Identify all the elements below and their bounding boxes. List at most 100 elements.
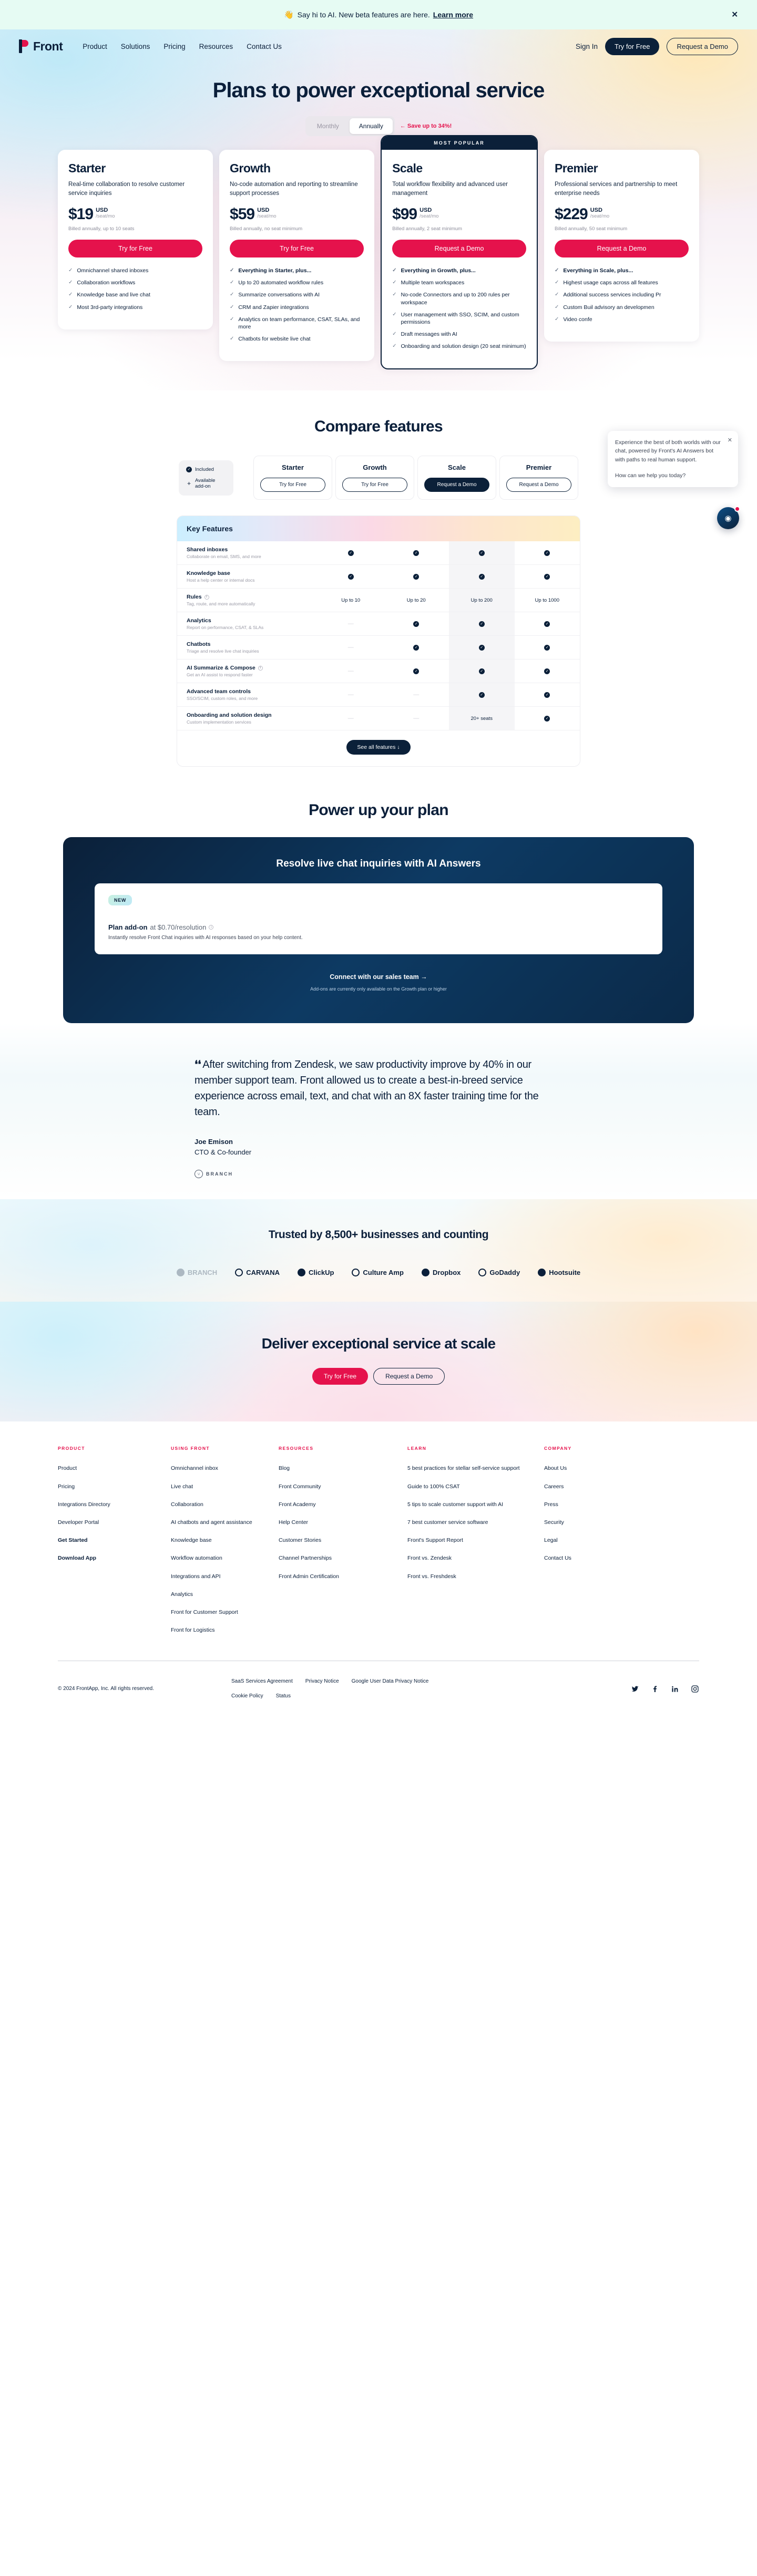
billing-toggle-annually[interactable]: Annually xyxy=(349,118,393,134)
twitter-icon[interactable] xyxy=(631,1685,639,1693)
chat-widget-bubble: ✕ Experience the best of both worlds wit… xyxy=(608,431,738,488)
plan-feature: ✓ Up to 20 automated workflow rules xyxy=(230,279,364,286)
compare-column-cta[interactable]: Try for Free xyxy=(342,478,407,492)
footer-link[interactable]: Analytics xyxy=(171,1591,279,1599)
footer-link[interactable]: Front for Customer Support xyxy=(171,1609,279,1616)
not-included-icon: — xyxy=(347,644,354,651)
footer-link[interactable]: Workflow automation xyxy=(171,1554,279,1562)
footer-link[interactable]: Front Academy xyxy=(279,1501,407,1509)
check-circle-icon: ✓ xyxy=(413,573,420,580)
plan-cta-button[interactable]: Try for Free xyxy=(230,240,364,257)
plan-cta-button[interactable]: Request a Demo xyxy=(554,240,689,257)
footer-link[interactable]: Front vs. Freshdesk xyxy=(407,1573,544,1581)
info-icon[interactable]: i xyxy=(209,925,214,930)
footer-link[interactable]: AI chatbots and agent assistance xyxy=(171,1519,279,1527)
plan-feature-label: Video confe xyxy=(563,316,592,323)
plan-feature-label: Knowledge base and live chat xyxy=(77,292,150,298)
facebook-icon[interactable] xyxy=(651,1685,659,1693)
footer-link[interactable]: Collaboration xyxy=(171,1501,279,1509)
connect-sales-link[interactable]: Connect with our sales team → xyxy=(330,973,427,981)
nav-item-pricing[interactable]: Pricing xyxy=(163,43,185,50)
compare-column-cta[interactable]: Request a Demo xyxy=(424,478,489,492)
nav-item-resources[interactable]: Resources xyxy=(199,43,233,50)
table-cell: — xyxy=(318,707,384,730)
footer-link[interactable]: Download App xyxy=(58,1554,171,1562)
footer-link[interactable]: Pricing xyxy=(58,1483,171,1491)
footer-link[interactable]: Omnichannel inbox xyxy=(171,1465,279,1472)
legend-included: ✓ Included xyxy=(186,466,226,472)
table-cell: ✓ xyxy=(515,660,580,683)
footer-link[interactable]: Front Community xyxy=(279,1483,407,1491)
footer-link[interactable]: Front for Logistics xyxy=(171,1626,279,1634)
check-circle-icon: ✓ xyxy=(478,573,485,580)
compare-column-cta[interactable]: Try for Free xyxy=(260,478,325,492)
footer-link[interactable]: Customer Stories xyxy=(279,1537,407,1544)
table-cell: ✓ xyxy=(449,565,515,589)
footer-link[interactable]: Integrations and API xyxy=(171,1573,279,1581)
footer-link[interactable]: Help Center xyxy=(279,1519,407,1527)
footer-legal-link[interactable]: Status xyxy=(276,1691,291,1702)
footer-link[interactable]: Knowledge base xyxy=(171,1537,279,1544)
footer-link[interactable]: Press xyxy=(544,1501,699,1509)
footer-link[interactable]: Front's Support Report xyxy=(407,1537,544,1544)
footer-link[interactable]: Legal xyxy=(544,1537,699,1544)
footer-link[interactable]: Integrations Directory xyxy=(58,1501,171,1509)
table-cell: ✓ xyxy=(515,612,580,635)
see-all-features-button[interactable]: See all features ↓ xyxy=(346,740,411,755)
footer-legal-link[interactable]: SaaS Services Agreement xyxy=(231,1676,293,1687)
footer-link[interactable]: Front Admin Certification xyxy=(279,1573,407,1581)
nav-item-solutions[interactable]: Solutions xyxy=(121,43,150,50)
check-icon: ✓ xyxy=(554,304,559,310)
footer-link[interactable]: Front vs. Zendesk xyxy=(407,1554,544,1562)
footer-link[interactable]: 7 best customer service software xyxy=(407,1519,544,1527)
front-logo[interactable]: Front xyxy=(19,39,63,54)
footer-link[interactable]: Channel Partnerships xyxy=(279,1554,407,1562)
footer-legal-link[interactable]: Google User Data Privacy Notice xyxy=(352,1676,429,1687)
footer-link[interactable]: Get Started xyxy=(58,1537,171,1544)
footer-link[interactable]: Careers xyxy=(544,1483,699,1491)
try-for-free-button[interactable]: Try for Free xyxy=(605,37,660,55)
plan-feature: ✓ Most 3rd-party integrations xyxy=(68,304,202,311)
info-icon[interactable]: i xyxy=(258,665,263,671)
footer-link[interactable]: Security xyxy=(544,1519,699,1527)
info-icon[interactable]: i xyxy=(204,594,209,600)
feature-description: Triage and resolve live chat inquiries xyxy=(187,648,259,654)
footer-link[interactable]: Blog xyxy=(279,1465,407,1472)
footer-link[interactable]: Live chat xyxy=(171,1483,279,1491)
chat-close-icon[interactable]: ✕ xyxy=(728,436,732,445)
nav-item-product[interactable]: Product xyxy=(83,43,107,50)
billing-toggle-monthly[interactable]: Monthly xyxy=(308,118,349,134)
save-note: ← Save up to 34%! xyxy=(400,123,452,129)
plan-feature: ✓ Everything in Starter, plus... xyxy=(230,267,364,274)
footer-link[interactable]: Guide to 100% CSAT xyxy=(407,1483,544,1491)
compare-column-cta[interactable]: Request a Demo xyxy=(506,478,571,492)
check-icon: ✓ xyxy=(230,304,234,310)
nav-item-contact-us[interactable]: Contact Us xyxy=(247,43,282,50)
final-try-for-free-button[interactable]: Try for Free xyxy=(312,1368,369,1385)
plan-cta-button[interactable]: Try for Free xyxy=(68,240,203,257)
footer-link[interactable]: 5 best practices for stellar self-servic… xyxy=(407,1465,544,1472)
footer-link[interactable]: 5 tips to scale customer support with AI xyxy=(407,1501,544,1509)
chat-launcher-button[interactable]: ◉ xyxy=(717,506,740,529)
instagram-icon[interactable] xyxy=(691,1685,699,1693)
request-a-demo-button[interactable]: Request a Demo xyxy=(667,37,738,55)
footer-link[interactable]: Developer Portal xyxy=(58,1519,171,1527)
addon-pricing-line: Plan add-on at $0.70/resolution i xyxy=(108,923,649,931)
plan-price-row: $19 USD /seat/mo xyxy=(68,207,202,222)
announcement-learn-more-link[interactable]: Learn more xyxy=(433,11,473,19)
footer-legal-link[interactable]: Cookie Policy xyxy=(231,1691,263,1702)
footer-link[interactable]: Product xyxy=(58,1465,171,1472)
footer-legal-link[interactable]: Privacy Notice xyxy=(305,1676,339,1687)
billing-toggle[interactable]: Monthly Annually xyxy=(305,116,395,136)
footer-column-heading: PRODUCT xyxy=(58,1446,85,1451)
footer-link[interactable]: About Us xyxy=(544,1465,699,1472)
check-circle-icon: ✓ xyxy=(544,573,550,580)
testimonial-quote: ❛❛ After switching from Zendesk, we saw p… xyxy=(195,1059,539,1118)
linkedin-icon[interactable] xyxy=(671,1685,679,1693)
close-icon[interactable]: ✕ xyxy=(731,11,738,19)
sign-in-link[interactable]: Sign In xyxy=(576,43,598,50)
final-request-demo-button[interactable]: Request a Demo xyxy=(373,1368,445,1385)
plan-cta-button[interactable]: Request a Demo xyxy=(392,240,526,257)
check-circle-icon: ✓ xyxy=(478,621,485,627)
footer-link[interactable]: Contact Us xyxy=(544,1554,699,1562)
